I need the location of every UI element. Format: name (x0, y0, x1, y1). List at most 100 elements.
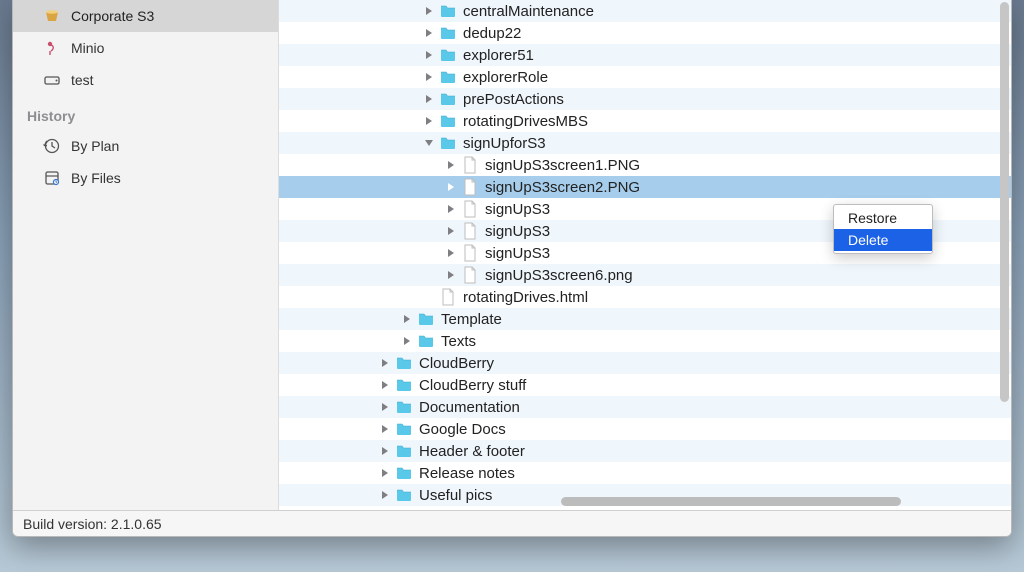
tree-row[interactable]: Release notes (279, 462, 1011, 484)
sidebar-item-corporate-s3[interactable]: Corporate S3 (13, 0, 278, 32)
tree-row[interactable]: signUpS3screen6.png (279, 264, 1011, 286)
tree-item-label: explorer51 (463, 47, 534, 64)
chevron-right-icon[interactable] (379, 357, 391, 369)
vertical-scroll-thumb[interactable] (1000, 2, 1009, 402)
tree-item-label: signUpS3 (485, 201, 550, 218)
tree-row[interactable]: Google Docs (279, 418, 1011, 440)
sidebar-item-by-plan[interactable]: By Plan (13, 130, 278, 162)
chevron-right-icon[interactable] (423, 71, 435, 83)
app-window: Corporate S3 Minio test History By Plan (12, 0, 1012, 537)
folder-icon (439, 90, 457, 108)
tree-item-label: rotatingDrivesMBS (463, 113, 588, 130)
chevron-right-icon[interactable] (423, 93, 435, 105)
content-area: Corporate S3 Minio test History By Plan (13, 0, 1011, 510)
file-tree-panel: centralMaintenance dedup22 explorer51 explo… (279, 0, 1011, 510)
tree-item-label: Texts (441, 333, 476, 350)
folder-icon (439, 46, 457, 64)
folder-icon (395, 376, 413, 394)
tree-item-label: signUpS3 (485, 245, 550, 262)
tree-row[interactable]: signUpS3screen1.PNG (279, 154, 1011, 176)
file-icon (461, 156, 479, 174)
tree-row[interactable]: signUpforS3 (279, 132, 1011, 154)
tree-row[interactable]: CloudBerry (279, 352, 1011, 374)
chevron-right-icon[interactable] (379, 423, 391, 435)
folder-icon (439, 2, 457, 20)
file-tree[interactable]: centralMaintenance dedup22 explorer51 explo… (279, 0, 1011, 510)
drive-icon (43, 71, 61, 89)
tree-row[interactable]: Texts (279, 330, 1011, 352)
chevron-right-icon[interactable] (423, 5, 435, 17)
chevron-right-icon[interactable] (445, 225, 457, 237)
tree-row[interactable]: rotatingDrivesMBS (279, 110, 1011, 132)
sidebar-history-header: History (13, 96, 278, 130)
tree-item-label: explorerRole (463, 69, 548, 86)
chevron-right-icon[interactable] (445, 181, 457, 193)
tree-item-label: signUpS3screen6.png (485, 267, 633, 284)
folder-icon (395, 398, 413, 416)
tree-item-label: dedup22 (463, 25, 521, 42)
tree-item-label: signUpS3 (485, 223, 550, 240)
chevron-right-icon[interactable] (445, 247, 457, 259)
folder-icon (439, 134, 457, 152)
chevron-right-icon[interactable] (379, 445, 391, 457)
tree-row[interactable]: rotatingDrives.html (279, 286, 1011, 308)
chevron-right-icon[interactable] (445, 159, 457, 171)
chevron-right-icon[interactable] (401, 313, 413, 325)
file-icon (461, 200, 479, 218)
context-menu: Restore Delete (833, 204, 933, 254)
tree-item-label: Google Docs (419, 421, 506, 438)
tree-item-label: signUpS3screen1.PNG (485, 157, 640, 174)
tree-row[interactable]: dedup22 (279, 22, 1011, 44)
file-icon (439, 288, 457, 306)
sidebar-item-test[interactable]: test (13, 64, 278, 96)
chevron-right-icon[interactable] (423, 27, 435, 39)
tree-row[interactable]: Template (279, 308, 1011, 330)
tree-item-label: signUpS3screen2.PNG (485, 179, 640, 196)
folder-icon (395, 442, 413, 460)
sidebar-item-by-files[interactable]: By Files (13, 162, 278, 194)
folder-icon (439, 24, 457, 42)
chevron-right-icon[interactable] (379, 401, 391, 413)
context-menu-restore[interactable]: Restore (834, 207, 932, 229)
tree-item-label: Template (441, 311, 502, 328)
folder-icon (439, 112, 457, 130)
folder-icon (417, 310, 435, 328)
tree-item-label: CloudBerry stuff (419, 377, 526, 394)
vertical-scrollbar[interactable] (1000, 2, 1009, 486)
tree-item-label: Header & footer (419, 443, 525, 460)
chevron-right-icon[interactable] (445, 203, 457, 215)
bucket-icon (43, 7, 61, 25)
horizontal-scroll-thumb[interactable] (561, 497, 901, 506)
tree-row[interactable]: centralMaintenance (279, 0, 1011, 22)
chevron-right-icon[interactable] (379, 467, 391, 479)
horizontal-scrollbar[interactable] (291, 497, 983, 506)
file-icon (461, 178, 479, 196)
chevron-down-icon[interactable] (423, 137, 435, 149)
sidebar: Corporate S3 Minio test History By Plan (13, 0, 279, 510)
sidebar-item-label: By Files (71, 170, 121, 186)
context-menu-delete[interactable]: Delete (834, 229, 932, 251)
sidebar-item-label: By Plan (71, 138, 119, 154)
sidebar-item-label: Minio (71, 40, 104, 56)
chevron-right-icon[interactable] (445, 269, 457, 281)
tree-row[interactable]: explorer51 (279, 44, 1011, 66)
tree-row[interactable]: CloudBerry stuff (279, 374, 1011, 396)
file-icon (461, 222, 479, 240)
tree-row[interactable]: explorerRole (279, 66, 1011, 88)
chevron-right-icon[interactable] (379, 379, 391, 391)
chevron-right-icon[interactable] (423, 115, 435, 127)
tree-row[interactable]: signUpS3screen2.PNG (279, 176, 1011, 198)
folder-icon (439, 68, 457, 86)
folder-icon (395, 354, 413, 372)
file-icon (461, 244, 479, 262)
build-version-label: Build version: 2.1.0.65 (23, 516, 162, 532)
chevron-right-icon[interactable] (423, 49, 435, 61)
tree-row[interactable]: Header & footer (279, 440, 1011, 462)
chevron-right-icon[interactable] (401, 335, 413, 347)
tree-row[interactable]: prePostActions (279, 88, 1011, 110)
tree-row[interactable]: Documentation (279, 396, 1011, 418)
sidebar-item-label: Corporate S3 (71, 8, 154, 24)
sidebar-item-minio[interactable]: Minio (13, 32, 278, 64)
tree-item-label: CloudBerry (419, 355, 494, 372)
tree-item-label: Documentation (419, 399, 520, 416)
